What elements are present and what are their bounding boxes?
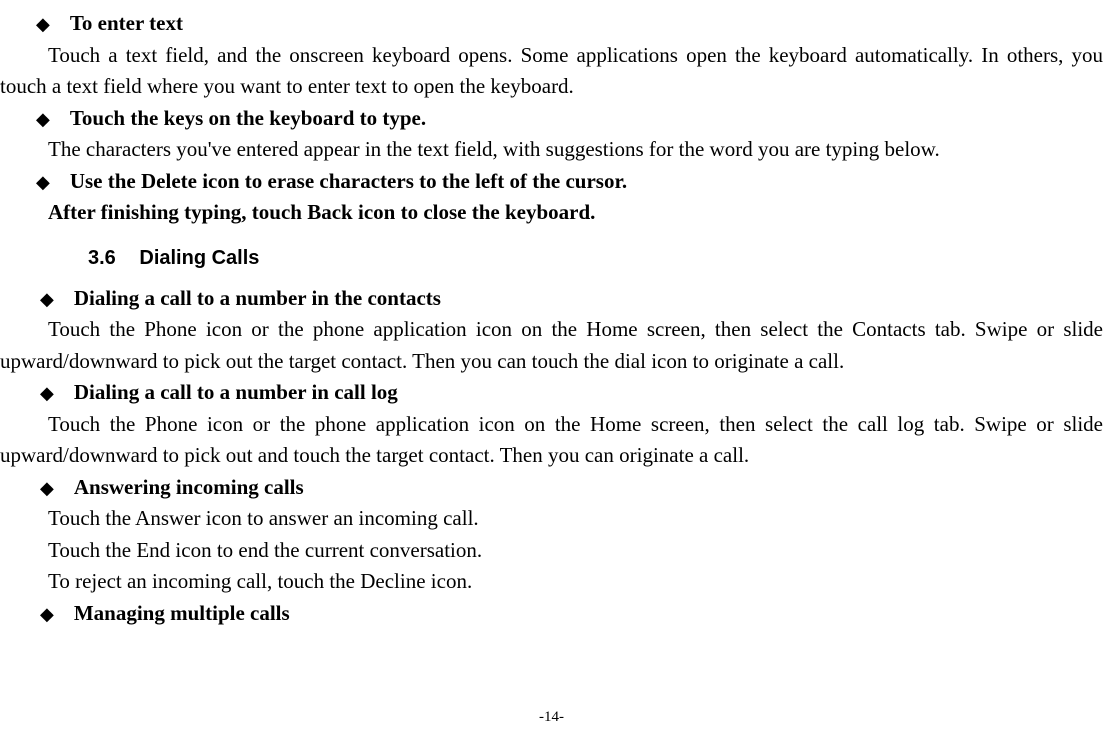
bullet-title: Touch the keys on the keyboard to type. bbox=[70, 103, 426, 135]
answering-line3: To reject an incoming call, touch the De… bbox=[0, 566, 1103, 598]
answering-line1: Touch the Answer icon to answer an incom… bbox=[0, 503, 1103, 535]
bullet-enter-text: ◆ To enter text bbox=[0, 8, 1103, 40]
page-content: ◆ To enter text Touch a text field, and … bbox=[0, 0, 1103, 629]
body-dial-call-log: Touch the Phone icon or the phone applic… bbox=[0, 409, 1103, 472]
bullet-delete-icon: ◆ Use the Delete icon to erase character… bbox=[0, 166, 1103, 198]
body-dial-contacts: Touch the Phone icon or the phone applic… bbox=[0, 314, 1103, 377]
diamond-icon: ◆ bbox=[40, 380, 54, 407]
bullet-title: Managing multiple calls bbox=[74, 598, 290, 630]
bullet-title: Dialing a call to a number in call log bbox=[74, 377, 398, 409]
body-touch-keys: The characters you've entered appear in … bbox=[0, 134, 1103, 166]
section-title: Dialing Calls bbox=[139, 247, 259, 269]
bullet-subtitle-line: After finishing typing, touch Back icon … bbox=[0, 197, 1103, 229]
bullet-answering: ◆ Answering incoming calls bbox=[0, 472, 1103, 504]
bullet-title: Dialing a call to a number in the contac… bbox=[74, 283, 441, 315]
bullet-title: Answering incoming calls bbox=[74, 472, 304, 504]
bullet-managing: ◆ Managing multiple calls bbox=[0, 598, 1103, 630]
page-number: -14- bbox=[0, 706, 1103, 729]
bullet-title: To enter text bbox=[70, 8, 183, 40]
bullet-touch-keys: ◆ Touch the keys on the keyboard to type… bbox=[0, 103, 1103, 135]
section-heading: 3.6 Dialing Calls bbox=[0, 243, 1103, 273]
diamond-icon: ◆ bbox=[40, 286, 54, 313]
bullet-dial-contacts: ◆ Dialing a call to a number in the cont… bbox=[0, 283, 1103, 315]
section-number: 3.6 bbox=[88, 247, 116, 269]
bullet-subtitle: After finishing typing, touch Back icon … bbox=[48, 197, 595, 229]
diamond-icon: ◆ bbox=[36, 11, 50, 38]
body-enter-text: Touch a text field, and the onscreen key… bbox=[0, 40, 1103, 103]
diamond-icon: ◆ bbox=[36, 169, 50, 196]
answering-line2: Touch the End icon to end the current co… bbox=[0, 535, 1103, 567]
bullet-dial-call-log: ◆ Dialing a call to a number in call log bbox=[0, 377, 1103, 409]
bullet-title: Use the Delete icon to erase characters … bbox=[70, 166, 627, 198]
diamond-icon: ◆ bbox=[40, 601, 54, 628]
diamond-icon: ◆ bbox=[36, 106, 50, 133]
diamond-icon: ◆ bbox=[40, 475, 54, 502]
